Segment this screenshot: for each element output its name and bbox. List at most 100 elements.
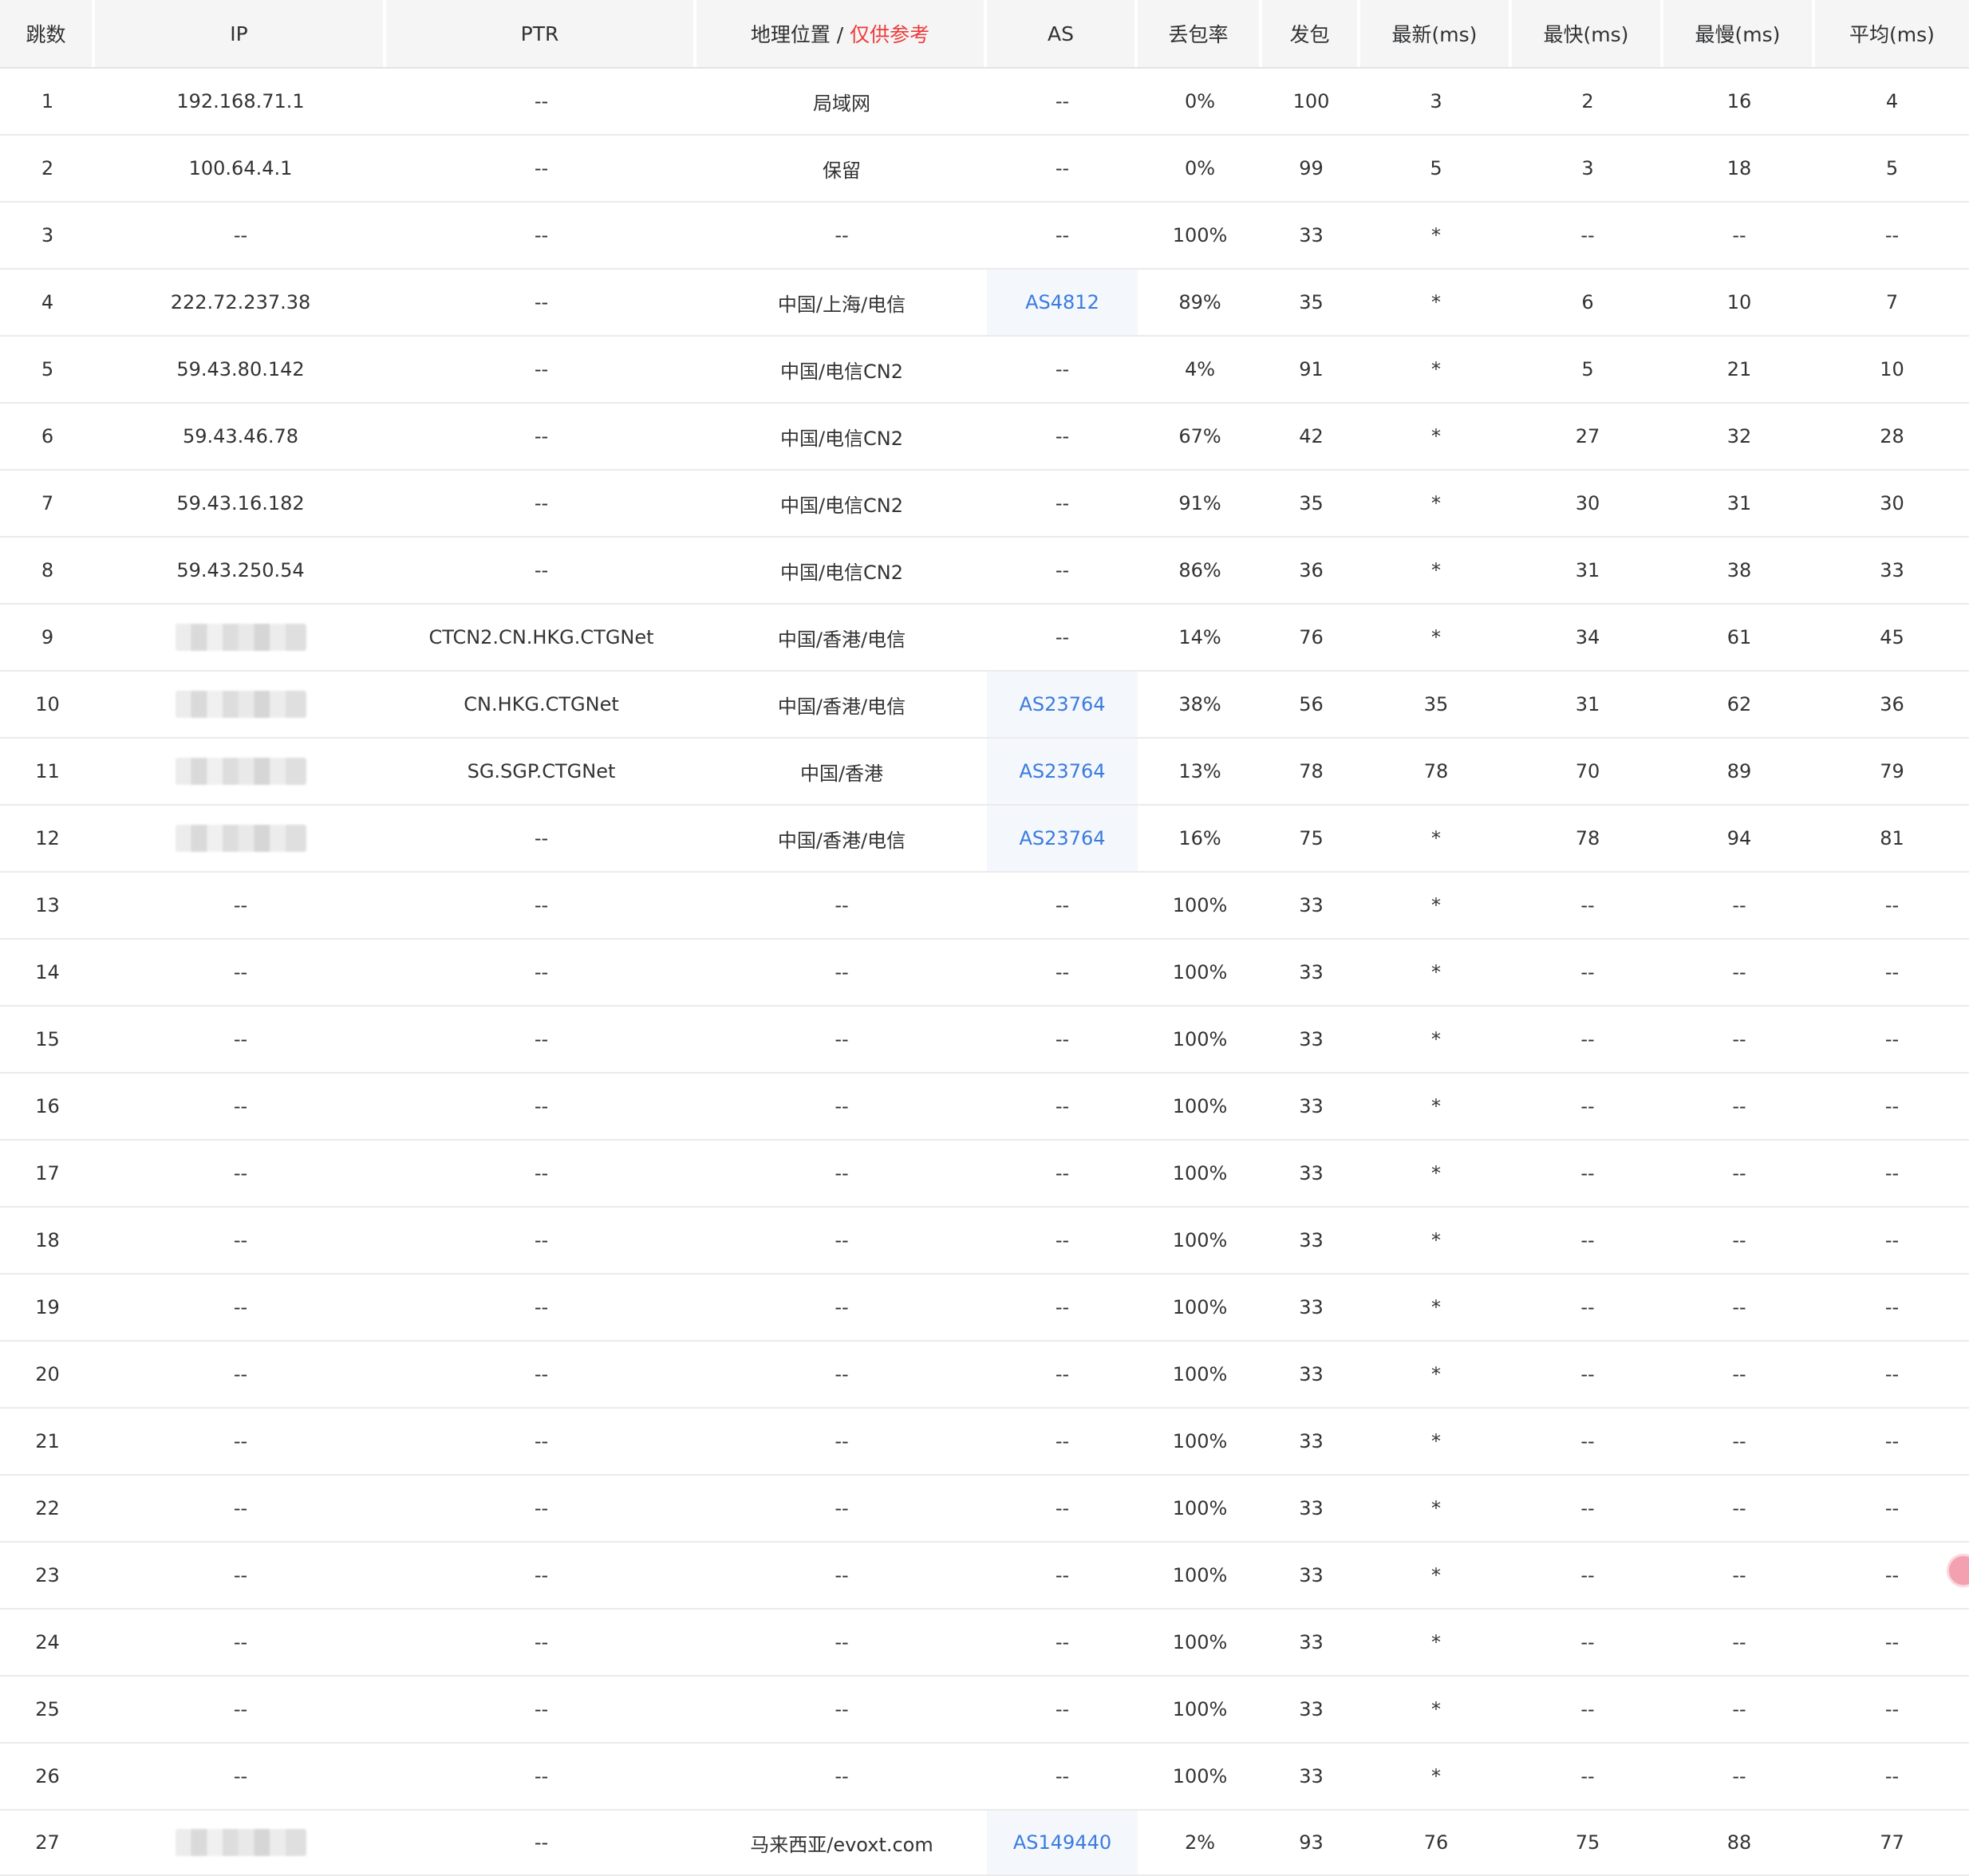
cell-as: AS23764 bbox=[987, 670, 1138, 737]
cell-worst: 88 bbox=[1663, 1809, 1815, 1876]
table-row: 20 -- -- -- -- 100% 33 * -- -- -- bbox=[0, 1340, 1969, 1407]
cell-ip: 59.43.46.78 bbox=[95, 402, 386, 469]
cell-sent: 33 bbox=[1262, 1474, 1360, 1541]
cell-as: -- bbox=[987, 67, 1138, 134]
cell-ptr: -- bbox=[386, 1541, 696, 1608]
cell-sent: 33 bbox=[1262, 1206, 1360, 1273]
header-as: AS bbox=[987, 0, 1138, 67]
cell-best: -- bbox=[1512, 938, 1663, 1005]
cell-geo: -- bbox=[696, 1675, 987, 1742]
cell-sent: 78 bbox=[1262, 737, 1360, 804]
header-geo-label: 地理位置 / bbox=[750, 23, 850, 46]
cell-geo: -- bbox=[696, 1407, 987, 1474]
cell-geo: -- bbox=[696, 1206, 987, 1273]
cell-hop: 16 bbox=[0, 1072, 95, 1139]
cell-sent: 33 bbox=[1262, 1273, 1360, 1340]
cell-sent: 56 bbox=[1262, 670, 1360, 737]
table-row: 13 -- -- -- -- 100% 33 * -- -- -- bbox=[0, 871, 1969, 938]
cell-last: * bbox=[1360, 1139, 1512, 1206]
cell-loss: 100% bbox=[1138, 1675, 1262, 1742]
cell-ip: 59.43.250.54 bbox=[95, 536, 386, 603]
cell-loss: 4% bbox=[1138, 335, 1262, 402]
cell-as: -- bbox=[987, 1474, 1138, 1541]
cell-ptr: -- bbox=[386, 804, 696, 871]
cell-ptr: -- bbox=[386, 201, 696, 268]
as-link[interactable]: AS149440 bbox=[1013, 1831, 1111, 1854]
cell-hop: 14 bbox=[0, 938, 95, 1005]
cell-worst: 31 bbox=[1663, 469, 1815, 536]
cell-last: * bbox=[1360, 1608, 1512, 1675]
cell-best: 31 bbox=[1512, 670, 1663, 737]
cell-ptr: CTCN2.CN.HKG.CTGNet bbox=[386, 603, 696, 670]
cell-avg: -- bbox=[1815, 1206, 1969, 1273]
cell-worst: 61 bbox=[1663, 603, 1815, 670]
cell-ptr: -- bbox=[386, 1273, 696, 1340]
cell-geo: 中国/电信CN2 bbox=[696, 469, 987, 536]
cell-ip: 59.43.16.182 bbox=[95, 469, 386, 536]
cell-geo: -- bbox=[696, 201, 987, 268]
table-row: 17 -- -- -- -- 100% 33 * -- -- -- bbox=[0, 1139, 1969, 1206]
traceroute-table: 跳数 IP PTR 地理位置 / 仅供参考 AS 丢包率 发包 最新(ms) 最… bbox=[0, 0, 1969, 1876]
cell-loss: 2% bbox=[1138, 1809, 1262, 1876]
masked-ip-redaction bbox=[175, 624, 306, 651]
cell-best: -- bbox=[1512, 1742, 1663, 1809]
as-link[interactable]: AS23764 bbox=[1020, 693, 1106, 715]
cell-avg: 4 bbox=[1815, 67, 1969, 134]
cell-ip: -- bbox=[95, 1340, 386, 1407]
cell-avg: -- bbox=[1815, 1608, 1969, 1675]
cell-as: -- bbox=[987, 469, 1138, 536]
as-link[interactable]: AS23764 bbox=[1020, 827, 1106, 849]
header-ip: IP bbox=[95, 0, 386, 67]
cell-worst: 16 bbox=[1663, 67, 1815, 134]
cell-sent: 42 bbox=[1262, 402, 1360, 469]
cell-hop: 6 bbox=[0, 402, 95, 469]
cell-ip bbox=[95, 670, 386, 737]
cell-loss: 0% bbox=[1138, 134, 1262, 201]
masked-ip-redaction bbox=[175, 691, 306, 718]
cell-loss: 100% bbox=[1138, 1206, 1262, 1273]
cell-ptr: -- bbox=[386, 1742, 696, 1809]
cell-ptr: -- bbox=[386, 1206, 696, 1273]
as-link[interactable]: AS4812 bbox=[1025, 291, 1099, 313]
cell-best: -- bbox=[1512, 1340, 1663, 1407]
cell-worst: 18 bbox=[1663, 134, 1815, 201]
cell-loss: 100% bbox=[1138, 1340, 1262, 1407]
cell-avg: -- bbox=[1815, 1273, 1969, 1340]
cell-avg: 33 bbox=[1815, 536, 1969, 603]
cell-geo: -- bbox=[696, 1608, 987, 1675]
cell-as: -- bbox=[987, 1407, 1138, 1474]
cell-avg: 77 bbox=[1815, 1809, 1969, 1876]
cell-avg: -- bbox=[1815, 1474, 1969, 1541]
cell-worst: -- bbox=[1663, 1340, 1815, 1407]
cell-geo: 中国/香港 bbox=[696, 737, 987, 804]
cell-worst: -- bbox=[1663, 1407, 1815, 1474]
cell-hop: 27 bbox=[0, 1809, 95, 1876]
cell-ip bbox=[95, 804, 386, 871]
table-row: 22 -- -- -- -- 100% 33 * -- -- -- bbox=[0, 1474, 1969, 1541]
masked-ip-redaction bbox=[175, 1829, 306, 1856]
cell-loss: 0% bbox=[1138, 67, 1262, 134]
cell-best: -- bbox=[1512, 201, 1663, 268]
cell-loss: 89% bbox=[1138, 268, 1262, 335]
cell-ip: -- bbox=[95, 938, 386, 1005]
cell-geo: 中国/上海/电信 bbox=[696, 268, 987, 335]
cell-best: -- bbox=[1512, 1407, 1663, 1474]
cell-last: * bbox=[1360, 335, 1512, 402]
cell-last: 78 bbox=[1360, 737, 1512, 804]
cell-last: 3 bbox=[1360, 67, 1512, 134]
cell-worst: 89 bbox=[1663, 737, 1815, 804]
cell-last: 76 bbox=[1360, 1809, 1512, 1876]
cell-best: 70 bbox=[1512, 737, 1663, 804]
cell-avg: -- bbox=[1815, 201, 1969, 268]
cell-avg: -- bbox=[1815, 871, 1969, 938]
cell-ptr: -- bbox=[386, 938, 696, 1005]
cell-hop: 25 bbox=[0, 1675, 95, 1742]
cell-as: -- bbox=[987, 938, 1138, 1005]
cell-avg: 30 bbox=[1815, 469, 1969, 536]
cell-geo: -- bbox=[696, 1139, 987, 1206]
cell-avg: 36 bbox=[1815, 670, 1969, 737]
cell-sent: 76 bbox=[1262, 603, 1360, 670]
cell-ptr: -- bbox=[386, 1809, 696, 1876]
cell-best: 34 bbox=[1512, 603, 1663, 670]
as-link[interactable]: AS23764 bbox=[1020, 760, 1106, 782]
